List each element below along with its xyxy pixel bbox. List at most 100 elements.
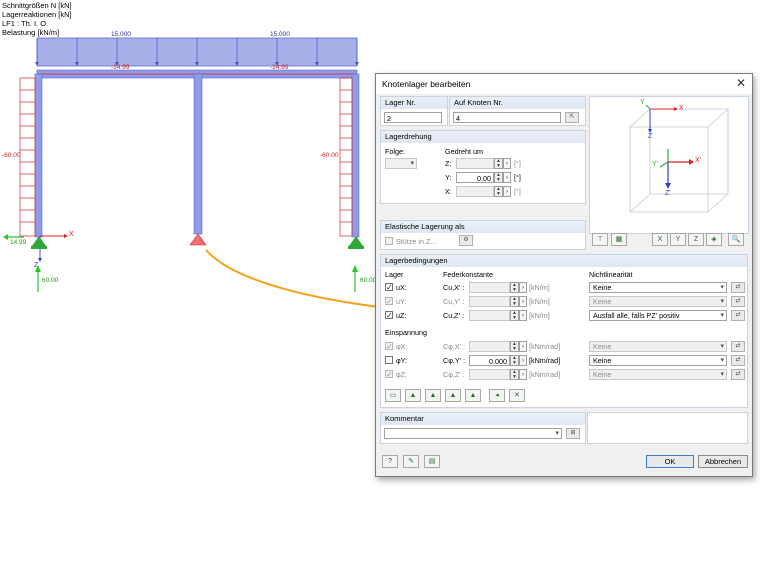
column-left[interactable] bbox=[34, 73, 43, 238]
rotation-x-input[interactable] bbox=[456, 186, 494, 197]
uz-nonlinearity-value: Ausfall alle, falls PZ' positiv bbox=[593, 311, 680, 320]
rotation-y-spinner[interactable]: ▲ ▼ bbox=[494, 172, 503, 183]
cphiz-spinner[interactable]: ▲ ▼ bbox=[510, 369, 519, 380]
cuz-spinner[interactable]: ▲ ▼ bbox=[510, 310, 519, 321]
support-right-icon[interactable] bbox=[349, 236, 363, 246]
uy-label: uY: bbox=[396, 297, 407, 306]
support-type-fixed-icon[interactable]: ▲ bbox=[445, 389, 461, 402]
comment-group: Kommentar ▾ ⊞ bbox=[380, 412, 586, 444]
support-left-icon[interactable] bbox=[32, 236, 46, 246]
view-iso-icon[interactable]: ◈ bbox=[706, 233, 722, 246]
ux-nonlinearity-edit-icon[interactable]: ⇄ bbox=[731, 282, 745, 293]
uy-nonlinearity-edit-icon[interactable]: ⇄ bbox=[731, 296, 745, 307]
phiy-nonlinearity-select[interactable]: Keine ▾ bbox=[589, 355, 727, 366]
cphix-label: Cφ,X' : bbox=[443, 342, 466, 351]
close-icon[interactable]: ✕ bbox=[734, 76, 748, 90]
ux-checkbox[interactable]: ✓ bbox=[385, 283, 393, 292]
cux-unit: [kN/m] bbox=[529, 283, 550, 292]
normal-force-diagram-right bbox=[339, 77, 353, 237]
cphiy-arrow[interactable]: › bbox=[519, 355, 527, 366]
view-y-icon[interactable]: Y bbox=[670, 233, 686, 246]
preview-axis-z2: Z' bbox=[665, 190, 671, 197]
rotation-z-arrow[interactable]: › bbox=[503, 158, 511, 169]
ux-label: uX: bbox=[396, 283, 407, 292]
comment-side-panel bbox=[587, 412, 748, 444]
column-middle[interactable] bbox=[193, 73, 203, 235]
cphix-arrow[interactable]: › bbox=[519, 341, 527, 352]
support-number-input[interactable]: 2 bbox=[384, 112, 442, 123]
cancel-button[interactable]: Abbrechen bbox=[698, 455, 748, 468]
uz-nonlinearity-edit-icon[interactable]: ⇄ bbox=[731, 310, 745, 321]
rotation-x-spinner[interactable]: ▲ ▼ bbox=[494, 186, 503, 197]
column-settings-icon[interactable]: ⚙ bbox=[459, 235, 473, 246]
reaction-right-vertical: 60.00 bbox=[360, 277, 377, 284]
cphix-spinner[interactable]: ▲ ▼ bbox=[510, 341, 519, 352]
cux-spinner[interactable]: ▲ ▼ bbox=[510, 282, 519, 293]
rotation-y-arrow[interactable]: › bbox=[503, 172, 511, 183]
cuy-input[interactable] bbox=[469, 296, 510, 307]
rotation-x-arrow[interactable]: › bbox=[503, 186, 511, 197]
support-type-wall-icon[interactable]: ◂ bbox=[489, 389, 505, 402]
cphiz-input[interactable] bbox=[469, 369, 510, 380]
rotation-z-unit: [°] bbox=[514, 159, 521, 168]
node-number-input[interactable]: 4 bbox=[453, 112, 561, 123]
uz-nonlinearity-select[interactable]: Ausfall alle, falls PZ' positiv ▾ bbox=[589, 310, 727, 321]
cphix-input[interactable] bbox=[469, 341, 510, 352]
cphiy-input[interactable]: 0.000 bbox=[469, 355, 510, 366]
uz-checkbox[interactable]: ✓ bbox=[385, 311, 393, 320]
help-icon[interactable]: ? bbox=[382, 455, 398, 468]
column-in-z-checkbox[interactable] bbox=[385, 237, 393, 245]
phix-nonlinearity-edit-icon[interactable]: ⇄ bbox=[731, 341, 745, 352]
cphiz-arrow[interactable]: › bbox=[519, 369, 527, 380]
phiy-checkbox[interactable] bbox=[385, 356, 393, 364]
cuz-arrow[interactable]: › bbox=[519, 310, 527, 321]
cuz-input[interactable] bbox=[469, 310, 510, 321]
phiz-nonlinearity-edit-icon[interactable]: ⇄ bbox=[731, 369, 745, 380]
pick-node-icon[interactable]: ⇱ bbox=[565, 112, 579, 123]
uy-checkbox[interactable]: ✓ bbox=[385, 297, 393, 306]
uy-nonlinearity-select[interactable]: Keine ▾ bbox=[589, 296, 727, 307]
dialog-titlebar[interactable]: Knotenlager bearbeiten ✕ bbox=[376, 74, 752, 94]
comment-library-icon[interactable]: ⊞ bbox=[566, 428, 580, 439]
rotated-about-label: Gedreht um bbox=[445, 147, 483, 156]
phiz-checkbox[interactable]: ✓ bbox=[385, 370, 393, 379]
view-z-icon[interactable]: Z bbox=[688, 233, 704, 246]
column-force-right: -60.00 bbox=[320, 152, 339, 159]
cuy-arrow[interactable]: › bbox=[519, 296, 527, 307]
phix-checkbox[interactable]: ✓ bbox=[385, 342, 393, 351]
comment-input[interactable]: ▾ bbox=[384, 428, 562, 439]
rotation-y-input[interactable]: 0.00 bbox=[456, 172, 494, 183]
preview-axis-y2: Y' bbox=[652, 161, 659, 168]
cux-input[interactable] bbox=[469, 282, 510, 293]
phix-nonlinearity-select[interactable]: Keine ▾ bbox=[589, 341, 727, 352]
support-type-hinged-roller-icon[interactable]: ▲ bbox=[425, 389, 441, 402]
rotation-z-input[interactable] bbox=[456, 158, 494, 169]
support-middle-icon[interactable] bbox=[189, 233, 207, 246]
view-zoom-icon[interactable]: 🔍 bbox=[728, 233, 744, 246]
cuy-unit: [kN/m] bbox=[529, 297, 550, 306]
support-type-reset-icon[interactable]: ✕ bbox=[509, 389, 525, 402]
check-edit-icon[interactable]: ✎ bbox=[403, 455, 419, 468]
rotation-z-spinner[interactable]: ▲ ▼ bbox=[494, 158, 503, 169]
support-type-free-icon[interactable]: ▭ bbox=[385, 389, 401, 402]
cux-arrow[interactable]: › bbox=[519, 282, 527, 293]
cphiy-spinner[interactable]: ▲ ▼ bbox=[510, 355, 519, 366]
ux-nonlinearity-select[interactable]: Keine ▾ bbox=[589, 282, 727, 293]
ok-button[interactable]: OK bbox=[646, 455, 694, 468]
table-icon[interactable]: ▤ bbox=[424, 455, 440, 468]
phiy-nonlinearity-edit-icon[interactable]: ⇄ bbox=[731, 355, 745, 366]
cuy-spinner[interactable]: ▲ ▼ bbox=[510, 296, 519, 307]
view-render-icon[interactable]: ▦ bbox=[611, 233, 627, 246]
phiz-nonlinearity-select[interactable]: Keine ▾ bbox=[589, 369, 727, 380]
view-x-icon[interactable]: X bbox=[652, 233, 668, 246]
cux-label: Cu,X' : bbox=[443, 283, 465, 292]
column-right[interactable] bbox=[351, 73, 360, 238]
elastic-support-header: Elastische Lagerung als bbox=[381, 221, 585, 233]
preview-cube bbox=[628, 104, 730, 213]
beam-force-left: -14.99 bbox=[111, 64, 130, 71]
view-coordinate-icon[interactable]: ⊤ bbox=[592, 233, 608, 246]
support-type-fixed-roller-icon[interactable]: ▲ bbox=[465, 389, 481, 402]
sequence-select[interactable]: ▾ bbox=[385, 158, 417, 169]
load-value-right: 15.000 bbox=[270, 31, 290, 38]
support-type-hinged-icon[interactable]: ▲ bbox=[405, 389, 421, 402]
